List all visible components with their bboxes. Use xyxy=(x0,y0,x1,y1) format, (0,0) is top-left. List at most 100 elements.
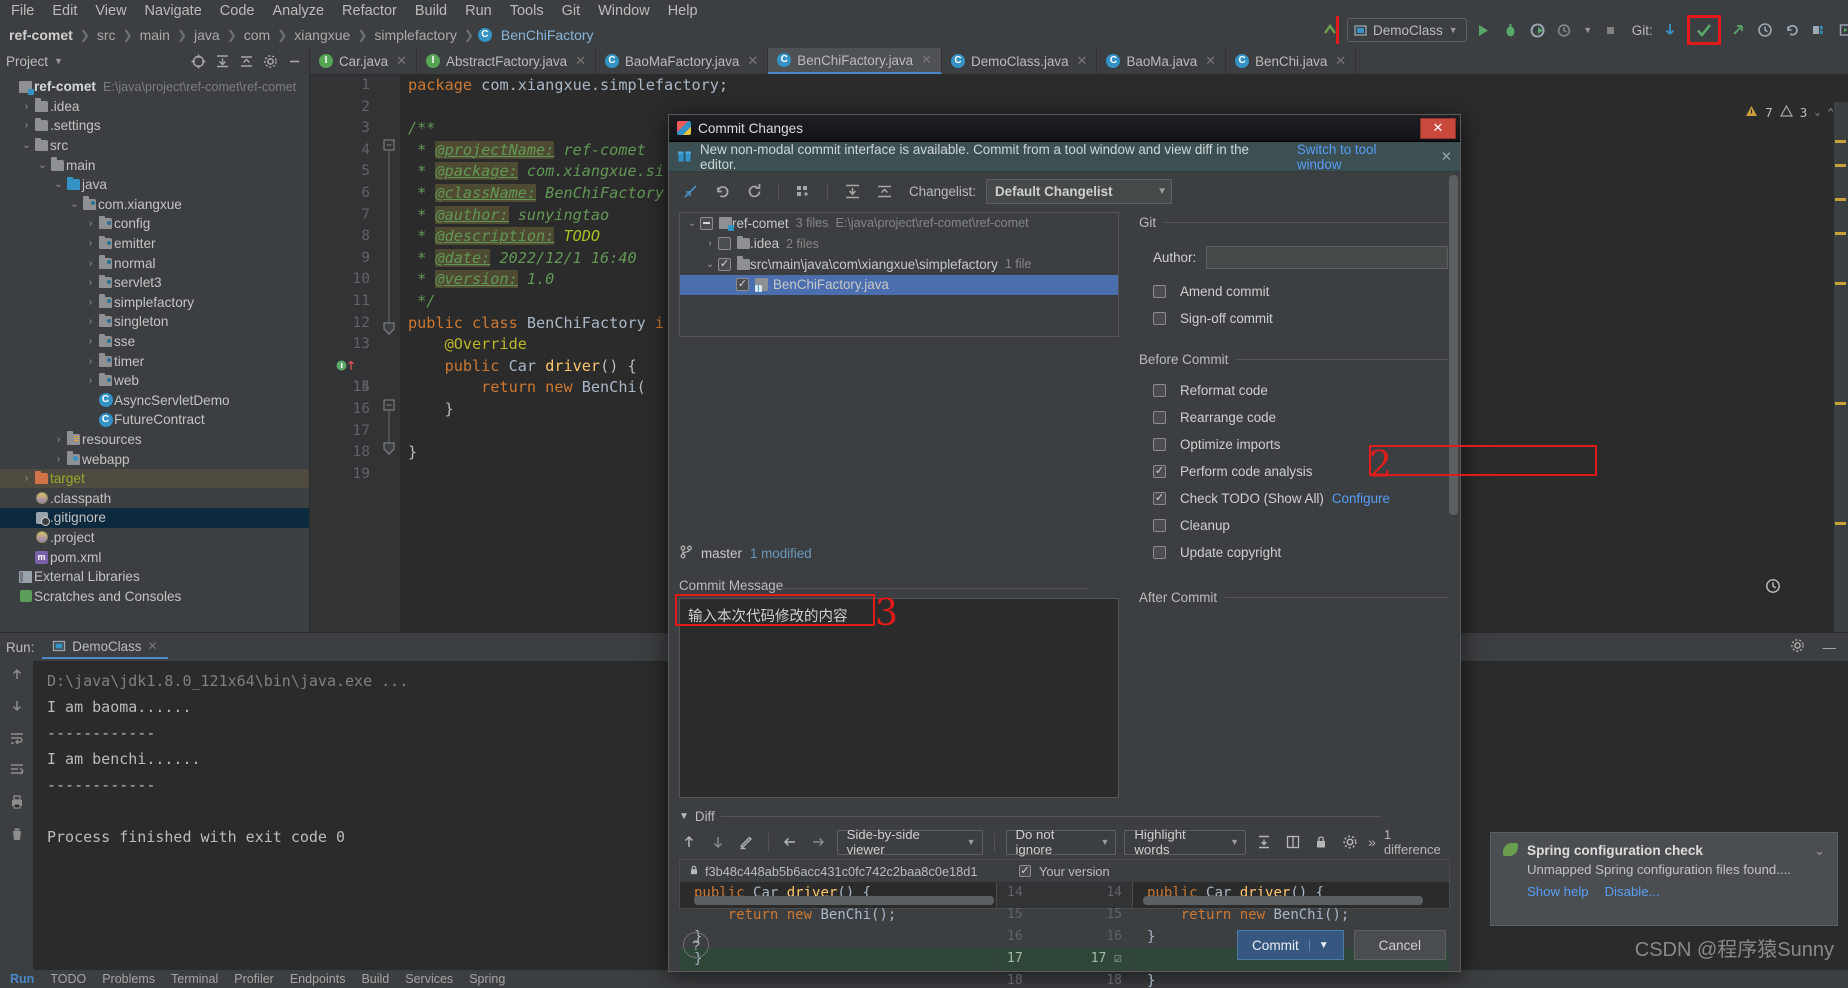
status-item-services[interactable]: Services xyxy=(405,972,453,986)
chevron-right-icon[interactable]: › xyxy=(20,473,33,484)
tree-item-com-xiangxue[interactable]: ⌄ com.xiangxue xyxy=(0,195,309,215)
expand-all-icon[interactable] xyxy=(841,182,863,202)
revert-icon[interactable] xyxy=(711,182,733,202)
refresh-icon[interactable] xyxy=(743,182,765,202)
run-anything-icon[interactable] xyxy=(1836,20,1848,40)
menu-item-tools[interactable]: Tools xyxy=(501,1,553,21)
close-icon[interactable]: ✕ xyxy=(921,52,932,68)
inspections-widget-icon[interactable]: ⌃ xyxy=(1827,106,1834,119)
scroll-to-end-icon[interactable] xyxy=(9,762,25,781)
debug-icon[interactable] xyxy=(1501,20,1521,40)
dialog-title-bar[interactable]: Commit Changes ✕ xyxy=(669,115,1460,142)
menu-item-run[interactable]: Run xyxy=(456,1,501,21)
chevron-down-icon[interactable]: ⌄ xyxy=(20,140,33,151)
tree-item-config[interactable]: › config xyxy=(0,214,309,234)
notification-popup[interactable]: Spring configuration check Unmapped Spri… xyxy=(1490,832,1838,926)
tree-item-web[interactable]: › web xyxy=(0,371,309,391)
chevron-right-icon[interactable]: › xyxy=(20,120,33,131)
file-checkbox[interactable] xyxy=(718,237,731,251)
before-commit-cleanup-checkbox[interactable]: Cleanup xyxy=(1153,512,1448,539)
tree-item-java[interactable]: ⌄ java xyxy=(0,175,309,195)
chevron-down-icon[interactable]: ▼ xyxy=(1308,939,1329,951)
rollback-icon[interactable] xyxy=(1782,20,1802,40)
git-push-icon[interactable] xyxy=(1728,20,1748,40)
tree-item-emitter[interactable]: › emitter xyxy=(0,234,309,254)
breadcrumb-com[interactable]: com xyxy=(241,27,273,43)
git-commit-button[interactable] xyxy=(1686,15,1721,45)
breadcrumb-xiangxue[interactable]: xiangxue xyxy=(291,27,353,43)
tree-item-src[interactable]: ⌄ src xyxy=(0,136,309,156)
breadcrumb-java[interactable]: java xyxy=(191,27,223,43)
menu-item-git[interactable]: Git xyxy=(553,1,590,21)
chevron-right-icon[interactable]: › xyxy=(52,454,65,465)
menu-item-refactor[interactable]: Refactor xyxy=(333,1,406,21)
menu-item-code[interactable]: Code xyxy=(211,1,264,21)
edit-icon[interactable] xyxy=(736,832,757,853)
menu-item-navigate[interactable]: Navigate xyxy=(136,1,211,21)
next-diff-icon[interactable] xyxy=(708,832,729,853)
print-icon[interactable] xyxy=(9,794,25,813)
chevron-right-icon[interactable]: › xyxy=(84,375,97,386)
notification-show-help-link[interactable]: Show help xyxy=(1527,884,1589,899)
status-item-problems[interactable]: Problems xyxy=(102,972,155,986)
apply-right-icon[interactable] xyxy=(808,832,829,853)
changed-files-tree[interactable]: ⌄ ref-comet 3 files E:\java\project\ref-com… xyxy=(679,212,1119,337)
editor-tab-benchi[interactable]: C BenChi.java ✕ xyxy=(1226,48,1357,74)
changed-file-row[interactable]: › .idea 2 files xyxy=(680,234,1118,255)
commit-button[interactable]: Commit ▼ xyxy=(1236,930,1344,960)
apply-left-icon[interactable] xyxy=(780,832,801,853)
tree-item-simplefactory[interactable]: › simplefactory xyxy=(0,293,309,313)
gear-icon[interactable] xyxy=(261,52,279,70)
close-icon[interactable]: ✕ xyxy=(1420,117,1456,139)
close-icon[interactable]: ✕ xyxy=(1441,149,1452,165)
tree-item-webapp[interactable]: › webapp xyxy=(0,449,309,469)
collapse-selection-icon[interactable] xyxy=(679,182,701,202)
before-commit-optimize-imports-checkbox[interactable]: Optimize imports xyxy=(1153,431,1448,458)
help-button[interactable]: ? xyxy=(683,932,709,958)
run-tab-democlass[interactable]: DemoClass ✕ xyxy=(42,636,168,659)
chevron-right-icon[interactable]: › xyxy=(702,238,718,249)
tree-item-pom-xml[interactable]: m pom.xml xyxy=(0,547,309,567)
dialog-scrollbar[interactable] xyxy=(1449,175,1458,515)
tree-item-external-libraries[interactable]: External Libraries xyxy=(0,567,309,587)
menu-item-analyze[interactable]: Analyze xyxy=(263,1,333,21)
breadcrumb-simplefactory[interactable]: simplefactory xyxy=(371,27,459,43)
switch-to-tool-window-link[interactable]: Switch to tool window xyxy=(1297,142,1425,172)
menu-item-file[interactable]: File xyxy=(2,1,43,21)
prev-diff-icon[interactable] xyxy=(679,832,700,853)
tree-item-singleton[interactable]: › singleton xyxy=(0,312,309,332)
status-item-terminal[interactable]: Terminal xyxy=(171,972,218,986)
status-item-build[interactable]: Build xyxy=(361,972,389,986)
profile-icon[interactable] xyxy=(1555,20,1575,40)
editor-tab-baomafactory[interactable]: C BaoMaFactory.java ✕ xyxy=(596,48,769,74)
tree-item-scratches-and-consoles[interactable]: Scratches and Consoles xyxy=(0,586,309,606)
before-commit-rearrange-code-checkbox[interactable]: Rearrange code xyxy=(1153,404,1448,431)
history-icon[interactable] xyxy=(1755,20,1775,40)
overflow-icon[interactable]: » xyxy=(1368,834,1376,850)
chevron-down-icon[interactable]: ⌄ xyxy=(684,218,700,229)
changed-file-row[interactable]: BenChiFactory.java xyxy=(680,274,1118,295)
hide-icon[interactable]: — xyxy=(1823,640,1848,655)
run-coverage-icon[interactable] xyxy=(1528,20,1548,40)
select-opened-file-icon[interactable] xyxy=(189,52,207,70)
file-checkbox[interactable] xyxy=(736,278,749,292)
chevron-down-icon[interactable]: ⌄ xyxy=(68,199,81,210)
menu-item-help[interactable]: Help xyxy=(659,1,707,21)
chevron-down-icon[interactable]: ▼ xyxy=(1582,20,1594,40)
before-commit-reformat-code-checkbox[interactable]: Reformat code xyxy=(1153,377,1448,404)
breadcrumb-main[interactable]: main xyxy=(137,27,173,43)
notification-disable-link[interactable]: Disable... xyxy=(1605,884,1660,899)
chevron-right-icon[interactable]: › xyxy=(84,336,97,347)
status-item-endpoints[interactable]: Endpoints xyxy=(290,972,346,986)
tree-item-futurecontract[interactable]: C FutureContract xyxy=(0,410,309,430)
diff-viewer-combo[interactable]: Side-by-side viewer ▼ xyxy=(836,827,983,857)
status-item-todo[interactable]: TODO xyxy=(50,972,86,986)
close-icon[interactable]: ✕ xyxy=(1205,53,1216,69)
chevron-right-icon[interactable]: › xyxy=(84,316,97,327)
close-icon[interactable]: ✕ xyxy=(747,53,758,69)
tree-item-resources[interactable]: › resources xyxy=(0,430,309,450)
status-item-spring[interactable]: Spring xyxy=(469,972,505,986)
commit-message-history-icon[interactable] xyxy=(1765,578,1781,597)
chevron-down-icon[interactable]: ⌄ xyxy=(1814,107,1820,118)
tree-item-main[interactable]: ⌄ main xyxy=(0,155,309,175)
